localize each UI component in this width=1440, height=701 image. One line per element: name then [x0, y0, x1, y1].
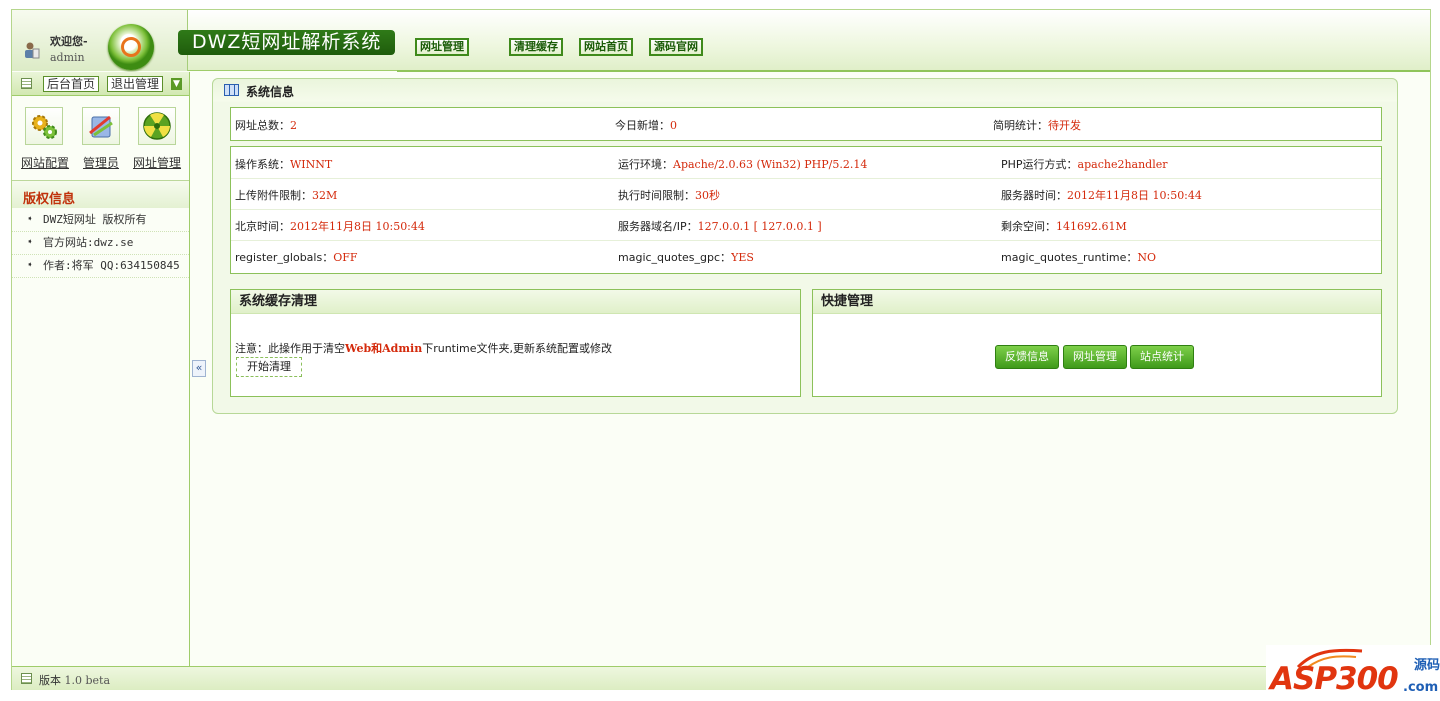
nav-url-manage[interactable]: 网址管理: [415, 38, 469, 56]
arrow-right-icon: ➧: [27, 237, 34, 248]
nav-clear-cache[interactable]: 清理缓存: [509, 38, 563, 56]
version-icon: [21, 673, 32, 684]
list-item: ➧ DWZ短网址 版权所有: [12, 209, 189, 232]
arrow-right-icon: ➧: [27, 260, 34, 271]
gears-icon: [32, 115, 57, 139]
start-clear-button[interactable]: 开始清理: [236, 357, 302, 377]
table-icon: [224, 84, 239, 96]
info-env: 运行环境：Apache/2.0.63 (Win32) PHP/5.2.14: [618, 158, 868, 171]
radiation-icon: [143, 112, 171, 140]
info-register-globals: register_globals：OFF: [235, 251, 358, 264]
sidebar: 后台首页 退出管理 ▼ 网站配置 管理员 网址管理 版权信息 ➧ DWZ短网址 …: [12, 72, 190, 666]
info-magic-gpc: magic_quotes_gpc：YES: [618, 251, 754, 264]
asp300-watermark-logo: ASP300 源码 .com: [1266, 645, 1440, 701]
info-domain-ip: 服务器域名/IP：127.0.0.1 [ 127.0.0.1 ]: [618, 220, 822, 233]
url-manage-tile[interactable]: [138, 107, 176, 145]
footer: 版本 1.0 beta: [12, 666, 1430, 690]
target-logo-icon: [108, 24, 154, 70]
admin-tools-icon: [89, 115, 113, 138]
list-item: ➧ 官方网站:dwz.se: [12, 232, 189, 255]
user-panel: 欢迎您- admin: [12, 10, 188, 71]
arrow-down-icon[interactable]: ▼: [171, 78, 182, 90]
menu-grid-icon: [21, 78, 32, 89]
url-manage-link[interactable]: 网址管理: [133, 154, 181, 171]
header-divider: [397, 70, 1430, 72]
app-title: DWZ短网址解析系统: [178, 30, 396, 55]
cache-clear-panel: 系统缓存清理 注意：此操作用于清空Web和Admin下runtime文件夹,更新…: [230, 289, 801, 397]
admin-frame: 欢迎您- admin DWZ短网址解析系统 网址管理 清理缓存 网站首页 源码官…: [11, 9, 1431, 690]
url-manage-button[interactable]: 网址管理: [1063, 345, 1127, 369]
sidebar-toolbar: 后台首页 退出管理 ▼: [12, 72, 189, 96]
info-os: 操作系统：WINNT: [235, 158, 333, 171]
logout-button[interactable]: 退出管理: [107, 76, 164, 92]
collapse-sidebar-button[interactable]: «: [192, 360, 206, 377]
header: 欢迎您- admin DWZ短网址解析系统 网址管理 清理缓存 网站首页 源码官…: [12, 10, 1430, 72]
site-config-link[interactable]: 网站配置: [21, 154, 69, 171]
admin-home-button[interactable]: 后台首页: [43, 76, 100, 92]
welcome-text: 欢迎您-: [50, 35, 88, 48]
nav-source-site[interactable]: 源码官网: [649, 38, 703, 56]
info-upload-limit: 上传附件限制：32M: [235, 189, 338, 202]
quick-manage-panel: 快捷管理 反馈信息 网址管理 站点统计: [812, 289, 1382, 397]
list-item: ➧ 作者:将军 QQ:634150845: [12, 255, 189, 278]
summary-stats: 简明统计：待开发: [993, 119, 1081, 132]
arrow-right-icon: ➧: [27, 214, 34, 225]
cache-note: 注意：此操作用于清空Web和Admin下runtime文件夹,更新系统配置或修改: [235, 342, 613, 355]
admin-tile[interactable]: [82, 107, 120, 145]
quick-panel-title: 快捷管理: [813, 290, 1381, 314]
info-server-time: 服务器时间：2012年11月8日 10:50:44: [1001, 189, 1202, 202]
feedback-button[interactable]: 反馈信息: [995, 345, 1059, 369]
summary-url-total: 网址总数：2: [235, 119, 297, 132]
site-config-tile[interactable]: [25, 107, 63, 145]
username: admin: [50, 51, 85, 64]
copyright-title: 版权信息: [23, 192, 76, 207]
info-magic-runtime: magic_quotes_runtime：NO: [1001, 251, 1157, 264]
panel-title: 系统信息: [224, 83, 294, 100]
user-icon: [25, 42, 40, 59]
site-stats-button[interactable]: 站点统计: [1130, 345, 1194, 369]
info-php-mode: PHP运行方式：apache2handler: [1001, 158, 1168, 171]
summary-today-new: 今日新增：0: [615, 119, 677, 132]
summary-box: 网址总数：2 今日新增：0 简明统计：待开发: [230, 107, 1382, 141]
cache-panel-title: 系统缓存清理: [231, 290, 800, 314]
info-exec-limit: 执行时间限制：30秒: [618, 189, 720, 202]
server-info-table: 操作系统：WINNT 运行环境：Apache/2.0.63 (Win32) PH…: [230, 146, 1382, 274]
nav-site-home[interactable]: 网站首页: [579, 38, 633, 56]
copyright-section: 版权信息: [12, 180, 189, 208]
system-info-panel: 系统信息 网址总数：2 今日新增：0 简明统计：待开发 操作系统：WINNT 运…: [212, 78, 1398, 414]
admin-link[interactable]: 管理员: [83, 154, 119, 171]
version-text: 版本 1.0 beta: [39, 674, 111, 687]
info-free-space: 剩余空间：141692.61M: [1001, 220, 1127, 233]
info-beijing-time: 北京时间：2012年11月8日 10:50:44: [235, 220, 425, 233]
